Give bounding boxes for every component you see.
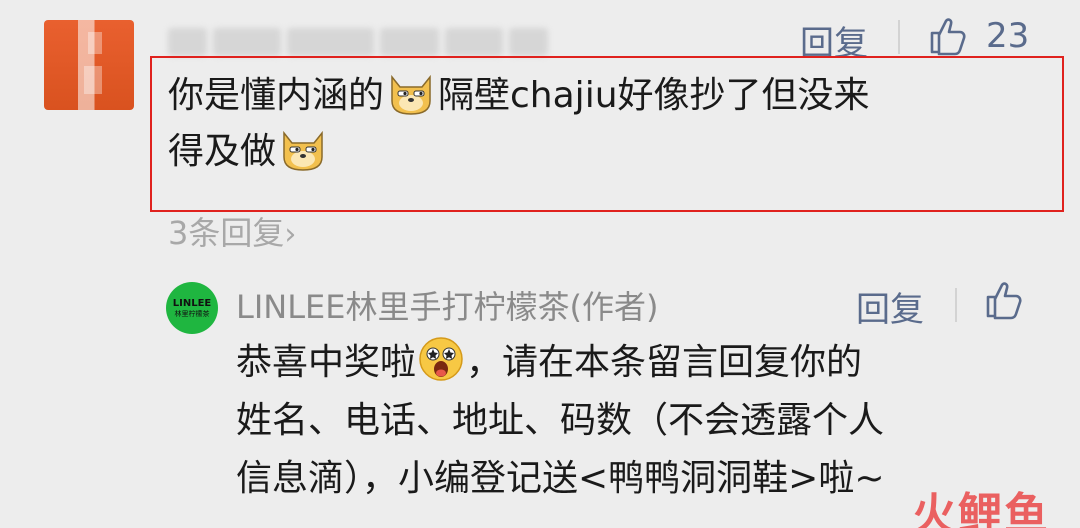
commenter-name-blurred	[168, 24, 548, 60]
comment-text-part: 你是懂内涵的	[168, 75, 385, 116]
chevron-right-icon: ›	[284, 217, 297, 252]
starstruck-emoji-icon	[418, 336, 464, 382]
more-replies-label: 3条回复	[168, 214, 285, 252]
avatar-subtitle: 林里柠檬茶	[174, 309, 210, 318]
author-reply-button[interactable]: 回复	[856, 282, 924, 331]
author-name: LINLEE林里手打柠檬茶(作者)	[236, 288, 659, 326]
reply-text-part: 恭喜中奖啦	[236, 342, 417, 383]
doge-emoji-icon	[278, 127, 328, 171]
divider	[898, 20, 900, 54]
comment-text-part: 隔壁chajiu好像抄了但没来	[438, 75, 870, 116]
comment-text-part: 得及做	[168, 131, 277, 172]
thumbs-up-icon[interactable]	[984, 280, 1024, 320]
like-count: 23	[986, 16, 1030, 56]
author-avatar[interactable]: LINLEE 林里柠檬茶	[166, 282, 218, 334]
comment-text: 你是懂内涵的 隔壁chajiu好像抄了但没来 得及做	[168, 68, 1048, 180]
avatar-brand: LINLEE	[172, 297, 212, 309]
reply-text-part: 姓名、电话、地址、码数（不会透露个人	[236, 400, 885, 441]
reply-text-part: ，请在本条留言回复你的	[466, 342, 863, 383]
commenter-avatar[interactable]	[44, 20, 134, 110]
divider	[955, 288, 957, 322]
thumbs-up-icon[interactable]	[928, 16, 968, 56]
more-replies-link[interactable]: 3条回复›	[168, 208, 296, 254]
watermark-logo: 火鲤鱼	[912, 489, 1050, 528]
doge-emoji-icon	[386, 71, 436, 115]
reply-text-part: 信息滴），小编登记送<鸭鸭洞洞鞋>啦~	[236, 458, 885, 499]
